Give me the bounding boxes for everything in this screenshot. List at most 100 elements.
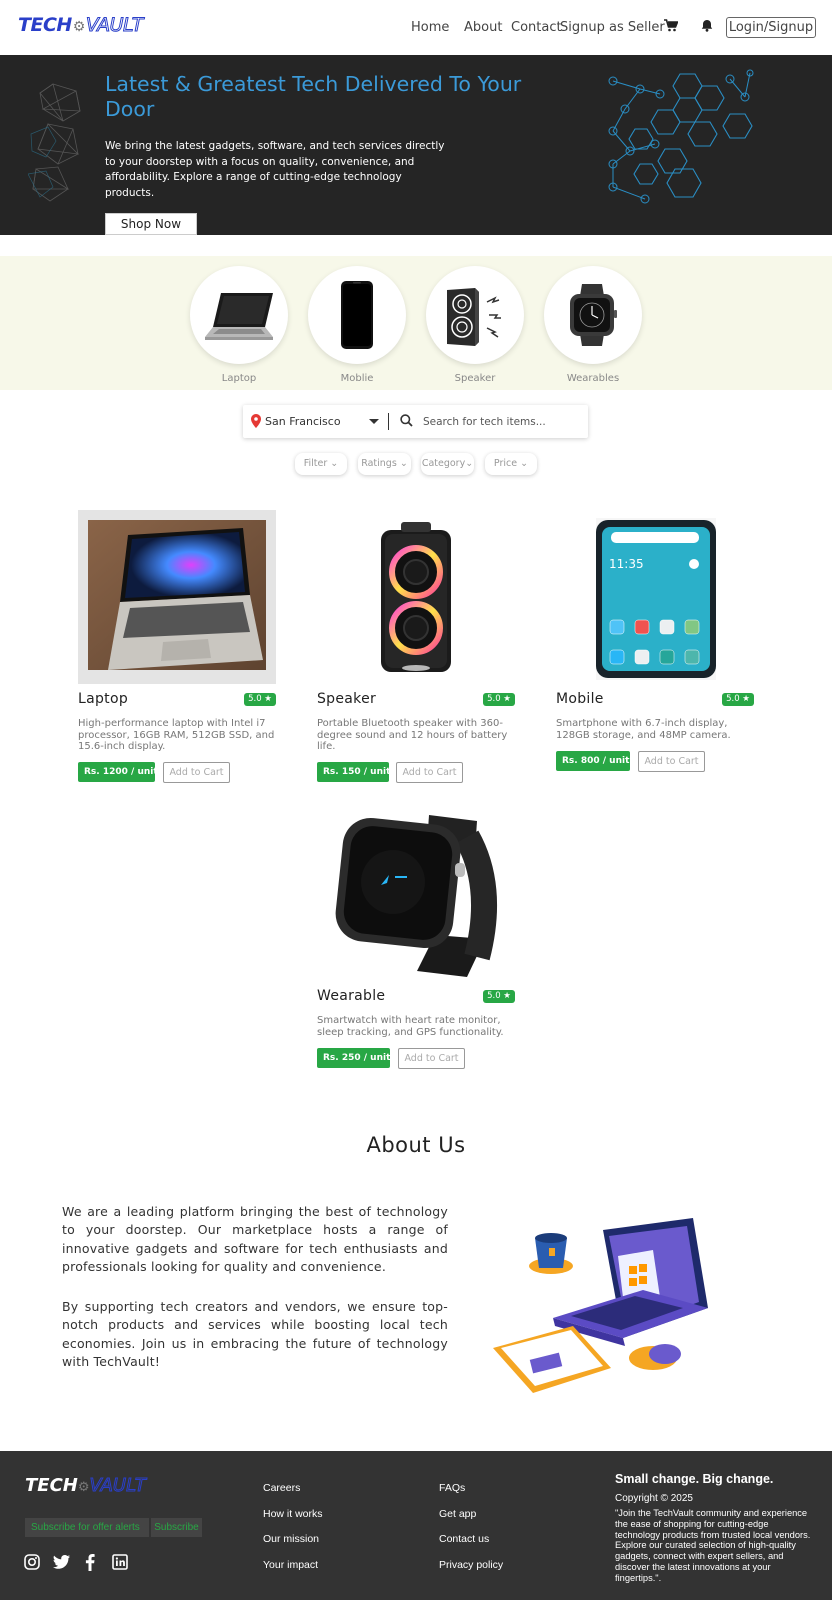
footer-link-contact-us[interactable]: Contact us [439, 1533, 489, 1545]
smartphone-photo-icon: 11:35 [596, 518, 716, 680]
footer-link-faqs[interactable]: FAQs [439, 1482, 465, 1494]
nav-signup-seller-link[interactable]: Signup as Seller [560, 20, 665, 35]
footer-link-privacy-policy[interactable]: Privacy policy [439, 1559, 503, 1571]
ratings-dropdown[interactable]: Ratings ⌄ [358, 453, 411, 475]
footer-link-get-app[interactable]: Get app [439, 1508, 476, 1520]
category-wearables[interactable]: Wearables [544, 266, 642, 384]
top-navbar: TECH⚙VAULT Home About Contact Signup as … [0, 0, 832, 54]
category-strip: Laptop Moblie Speaker Wearables [0, 256, 832, 390]
hero-title: Latest & Greatest Tech Delivered To Your… [105, 72, 522, 121]
product-card-laptop[interactable]: Laptop 5.0 ★ High-performance laptop wit… [78, 510, 276, 783]
shop-now-button[interactable]: Shop Now [105, 213, 197, 235]
hero-banner: Latest & Greatest Tech Delivered To Your… [0, 55, 832, 235]
polygon-decoration-icon [28, 83, 81, 202]
laptop-workspace-illustration-icon [493, 1218, 708, 1393]
footer-link-your-impact[interactable]: Your impact [263, 1559, 318, 1571]
product-description: Smartphone with 6.7-inch display, 128GB … [556, 718, 731, 741]
price-badge[interactable]: Rs. 150 / unit [317, 762, 390, 782]
category-mobile[interactable]: Moblie [308, 266, 406, 384]
category-label: Speaker [454, 373, 496, 384]
add-to-cart-button[interactable]: Add to Cart [163, 762, 230, 783]
add-to-cart-button[interactable]: Add to Cart [396, 762, 463, 783]
add-to-cart-button[interactable]: Add to Cart [638, 751, 705, 772]
product-image-laptop[interactable] [78, 510, 276, 684]
rating-badge: 5.0 ★ [722, 693, 754, 706]
filter-label: Filter [303, 458, 328, 469]
price-dropdown[interactable]: Price ⌄ [485, 453, 537, 475]
brand-logo[interactable]: TECH⚙VAULT [18, 14, 144, 37]
product-image-mobile[interactable]: 11:35 [556, 510, 754, 684]
product-name[interactable]: Speaker [317, 691, 376, 707]
category-laptop-circle[interactable] [190, 266, 288, 364]
laptop-photo-icon [78, 510, 276, 684]
login-signup-button[interactable]: Login/Signup [726, 17, 816, 38]
category-mobile-circle[interactable] [308, 266, 406, 364]
laptop-icon [205, 293, 273, 340]
twitter-icon[interactable] [53, 1554, 71, 1570]
category-wearables-circle[interactable] [544, 266, 642, 364]
category-label: Moblie [340, 373, 374, 384]
category-laptop[interactable]: Laptop [190, 266, 288, 384]
product-name[interactable]: Wearable [317, 988, 385, 1004]
nav-home-link[interactable]: Home [411, 20, 449, 35]
category-dropdown[interactable]: Category⌄ [421, 453, 474, 475]
logo-text-vault: VAULT [85, 14, 144, 37]
ratings-label: Ratings [361, 458, 397, 469]
footer: TECH⚙VAULT Subscribe for offer alerts Su… [0, 1451, 832, 1600]
cart-icon[interactable] [664, 19, 679, 36]
hero-description: We bring the latest gadgets, software, a… [105, 140, 445, 199]
bell-icon[interactable] [701, 19, 713, 36]
product-card-wearable[interactable]: Wearable 5.0 ★ Smartwatch with heart rat… [317, 807, 515, 1069]
category-speaker-circle[interactable] [426, 266, 524, 364]
chevron-down-icon[interactable] [369, 419, 379, 424]
logo-text-vault: VAULT [89, 1475, 146, 1497]
footer-quote: "Join the TechVault community and experi… [615, 1508, 811, 1583]
category-label: Category [421, 458, 466, 469]
footer-link-how-it-works[interactable]: How it works [263, 1508, 323, 1520]
smartwatch-icon [570, 284, 617, 346]
gear-icon: ⚙ [77, 1480, 90, 1495]
add-to-cart-button[interactable]: Add to Cart [398, 1048, 465, 1069]
nav-about-link[interactable]: About [464, 20, 502, 35]
svg-text:11:35: 11:35 [609, 557, 644, 571]
price-badge[interactable]: Rs. 250 / unit [317, 1048, 390, 1068]
instagram-icon[interactable] [24, 1554, 40, 1570]
footer-link-careers[interactable]: Careers [263, 1482, 300, 1494]
about-title: About Us [366, 1133, 466, 1157]
logo-text-tech: TECH [25, 1475, 78, 1496]
linkedin-icon[interactable] [112, 1554, 128, 1570]
product-name[interactable]: Mobile [556, 691, 604, 707]
product-card-speaker[interactable]: Speaker 5.0 ★ Portable Bluetooth speaker… [317, 510, 515, 783]
price-label: Price [493, 458, 518, 469]
product-image-speaker[interactable] [317, 510, 515, 684]
location-select[interactable]: San Francisco [265, 415, 341, 428]
about-paragraph-1: We are a leading platform bringing the b… [62, 1204, 448, 1274]
search-icon[interactable] [400, 414, 413, 427]
subscribe-button[interactable]: Subscribe [151, 1518, 202, 1537]
filter-dropdown[interactable]: Filter ⌄ [295, 453, 347, 475]
product-card-mobile[interactable]: 11:35 Mobile 5.0 ★ Smartphone with 6.7-i… [556, 510, 754, 772]
product-image-wearable[interactable] [317, 807, 515, 981]
product-name[interactable]: Laptop [78, 691, 128, 707]
rating-badge: 5.0 ★ [483, 990, 515, 1003]
hexagon-network-decoration-icon [608, 69, 754, 204]
product-description: Smartwatch with heart rate monitor, slee… [317, 1015, 504, 1038]
subscribe-alerts-field[interactable]: Subscribe for offer alerts [25, 1518, 149, 1537]
price-badge[interactable]: Rs. 800 / unit [556, 751, 630, 771]
party-speaker-photo-icon [381, 522, 451, 672]
rating-badge: 5.0 ★ [244, 693, 276, 706]
price-badge[interactable]: Rs. 1200 / unit [78, 762, 158, 782]
rating-badge: 5.0 ★ [483, 693, 515, 706]
nav-contact-link[interactable]: Contact [511, 20, 562, 35]
search-input[interactable] [423, 413, 578, 431]
search-bar: San Francisco [243, 405, 588, 438]
category-label: Wearables [566, 373, 620, 384]
footer-tagline: Small change. Big change. [615, 1472, 774, 1486]
facebook-icon[interactable] [85, 1554, 95, 1571]
footer-link-our-mission[interactable]: Our mission [263, 1533, 319, 1545]
footer-brand-logo[interactable]: TECH⚙VAULT [25, 1475, 146, 1497]
category-speaker[interactable]: Speaker [426, 266, 524, 384]
product-description: Portable Bluetooth speaker with 360-degr… [317, 718, 508, 752]
footer-copyright: Copyright © 2025 [615, 1493, 693, 1504]
gear-icon: ⚙ [72, 19, 86, 35]
